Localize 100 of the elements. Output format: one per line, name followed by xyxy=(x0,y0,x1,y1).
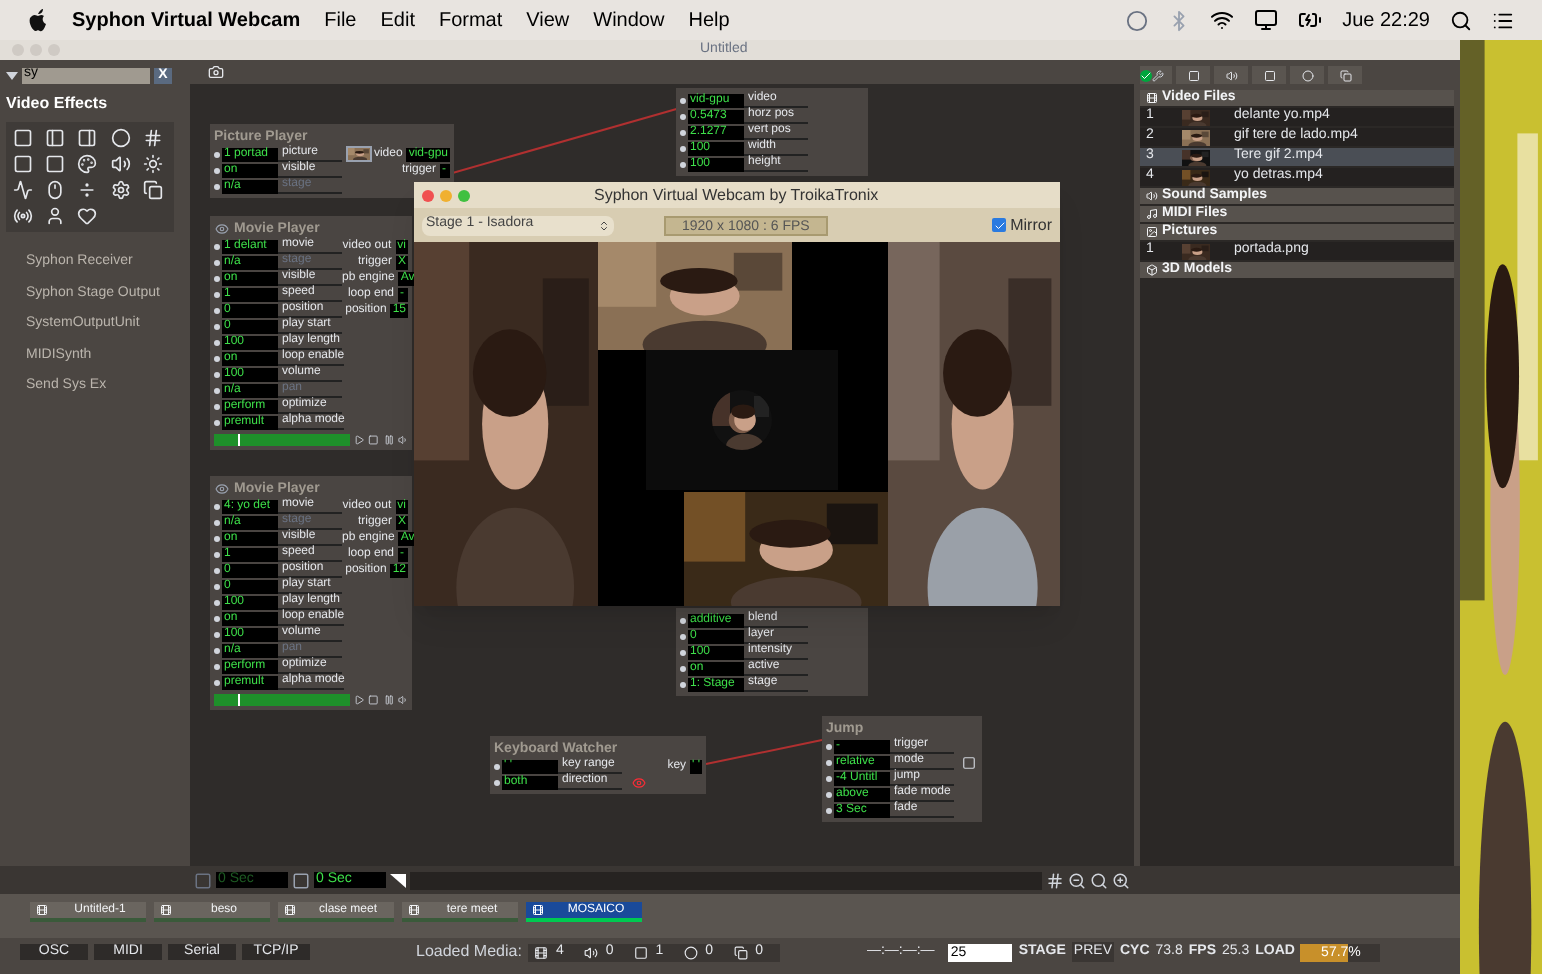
gear-icon[interactable] xyxy=(109,180,132,200)
actor-panel[interactable] xyxy=(210,216,412,450)
panel-left-icon[interactable] xyxy=(44,128,67,148)
port-icon[interactable] xyxy=(826,743,832,749)
port-icon[interactable] xyxy=(680,161,686,167)
port-icon[interactable] xyxy=(826,791,832,797)
add-media-button[interactable] xyxy=(1176,66,1210,84)
menu-item[interactable]: Edit xyxy=(380,5,415,35)
menu-item[interactable]: Window xyxy=(593,5,665,35)
port-icon[interactable] xyxy=(214,339,220,345)
port-icon[interactable] xyxy=(680,129,686,135)
copy-icon[interactable] xyxy=(141,180,164,200)
port-icon[interactable] xyxy=(214,583,220,589)
square-icon[interactable] xyxy=(12,154,34,174)
port-icon[interactable] xyxy=(826,807,832,813)
port-icon[interactable] xyxy=(214,679,220,685)
volume-icon[interactable] xyxy=(397,434,408,446)
port-icon[interactable] xyxy=(214,243,220,249)
speaker-icon[interactable] xyxy=(109,154,132,174)
port-icon[interactable] xyxy=(494,779,500,785)
port-icon[interactable] xyxy=(680,113,686,119)
zoom-in-icon[interactable] xyxy=(1112,871,1130,889)
port-icon[interactable] xyxy=(214,259,220,265)
check-button[interactable] xyxy=(1140,66,1172,84)
playback-track[interactable] xyxy=(214,434,351,446)
wave-icon[interactable] xyxy=(12,180,34,200)
pause-icon[interactable] xyxy=(383,434,394,446)
port-icon[interactable] xyxy=(214,615,220,621)
marker-icon[interactable] xyxy=(194,871,212,889)
grid-icon[interactable] xyxy=(1046,871,1064,889)
add-media-button[interactable] xyxy=(1252,66,1286,84)
search-icon[interactable] xyxy=(1450,9,1472,31)
close-button[interactable] xyxy=(422,189,434,201)
circle-icon[interactable] xyxy=(1126,9,1149,31)
port-icon[interactable] xyxy=(680,633,686,639)
clock[interactable]: Jue 22:29 xyxy=(1342,5,1430,35)
mirror-checkbox[interactable] xyxy=(992,218,1007,232)
port-icon[interactable] xyxy=(214,307,220,313)
port-icon[interactable] xyxy=(680,145,686,151)
port-icon[interactable] xyxy=(214,503,220,509)
port-icon[interactable] xyxy=(680,97,686,103)
menu-item[interactable]: Help xyxy=(688,5,730,35)
app-menu[interactable]: Syphon Virtual Webcam xyxy=(72,5,301,35)
port-icon[interactable] xyxy=(214,151,220,157)
menu-item[interactable]: File xyxy=(324,5,357,35)
stop-icon[interactable] xyxy=(368,434,380,446)
port-icon[interactable] xyxy=(214,419,220,425)
heart-icon[interactable] xyxy=(76,206,99,226)
port-icon[interactable] xyxy=(214,183,220,189)
sun-icon[interactable] xyxy=(141,154,164,174)
add-media-button[interactable] xyxy=(1328,66,1362,84)
volume-icon[interactable] xyxy=(397,694,408,706)
port-icon[interactable] xyxy=(214,355,220,361)
play-icon[interactable] xyxy=(354,694,365,706)
display-icon[interactable] xyxy=(1254,8,1279,32)
port-icon[interactable] xyxy=(214,631,220,637)
antenna-icon[interactable] xyxy=(12,206,34,226)
mouse-icon[interactable] xyxy=(44,180,67,200)
port-icon[interactable] xyxy=(214,519,220,525)
port-icon[interactable] xyxy=(826,775,832,781)
port-icon[interactable] xyxy=(214,291,220,297)
marker-icon[interactable] xyxy=(292,871,310,889)
port-icon[interactable] xyxy=(214,647,220,653)
port-icon[interactable] xyxy=(680,617,686,623)
add-media-button[interactable] xyxy=(1290,66,1324,84)
apple-icon[interactable] xyxy=(28,8,48,32)
port-icon[interactable] xyxy=(680,681,686,687)
port-icon[interactable] xyxy=(214,599,220,605)
pause-icon[interactable] xyxy=(383,694,394,706)
person-icon[interactable] xyxy=(44,206,67,226)
port-icon[interactable] xyxy=(680,649,686,655)
port-icon[interactable] xyxy=(214,663,220,669)
port-icon[interactable] xyxy=(214,387,220,393)
port-icon[interactable] xyxy=(214,403,220,409)
port-icon[interactable] xyxy=(214,167,220,173)
port-icon[interactable] xyxy=(214,275,220,281)
port-icon[interactable] xyxy=(826,759,832,765)
port-icon[interactable] xyxy=(214,535,220,541)
port-icon[interactable] xyxy=(214,371,220,377)
port-icon[interactable] xyxy=(214,567,220,573)
palette-icon[interactable] xyxy=(76,154,99,174)
actor-panel[interactable] xyxy=(210,476,412,710)
port-icon[interactable] xyxy=(214,551,220,557)
playback-track[interactable] xyxy=(214,694,351,706)
add-media-button[interactable] xyxy=(1214,66,1248,84)
port-icon[interactable] xyxy=(214,323,220,329)
camera-icon[interactable] xyxy=(206,64,226,80)
list-icon[interactable] xyxy=(1492,9,1514,31)
port-icon[interactable] xyxy=(494,763,500,769)
square-icon[interactable] xyxy=(44,154,67,174)
square-icon[interactable] xyxy=(12,128,34,148)
play-icon[interactable] xyxy=(354,434,365,446)
port-icon[interactable] xyxy=(680,665,686,671)
menu-item[interactable]: View xyxy=(526,5,570,35)
zoom-out-icon[interactable] xyxy=(1068,871,1086,889)
menu-item[interactable]: Format xyxy=(438,5,503,35)
divide-icon[interactable] xyxy=(76,180,99,200)
panel-right-icon[interactable] xyxy=(76,128,99,148)
stop-icon[interactable] xyxy=(368,694,380,706)
battery-icon[interactable] xyxy=(1298,8,1323,32)
